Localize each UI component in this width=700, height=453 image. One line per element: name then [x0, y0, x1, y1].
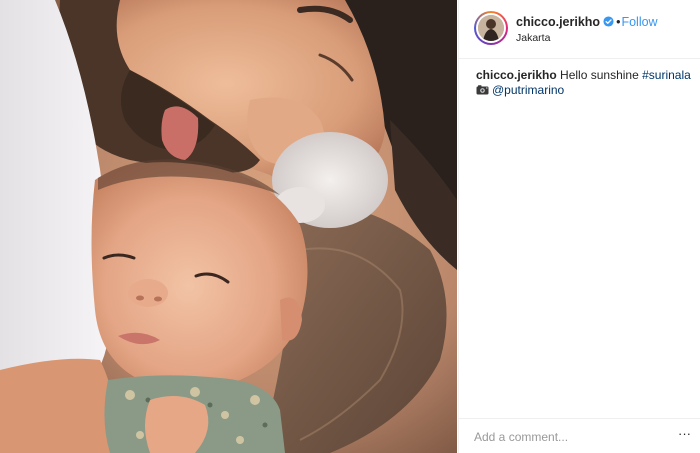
- separator-dot: •: [616, 15, 621, 29]
- caption-username-link[interactable]: chicco.jerikho: [476, 68, 557, 82]
- post-photo[interactable]: [0, 0, 457, 453]
- hashtag-link[interactable]: #surinala: [642, 68, 691, 82]
- post-header: chicco.jerikho •Follow Jakarta: [459, 0, 700, 59]
- caption-text: Hello sunshine: [560, 68, 639, 82]
- mention-link[interactable]: @putrimarino: [492, 83, 564, 97]
- avatar-image: [478, 15, 504, 41]
- comment-input[interactable]: [474, 428, 664, 446]
- caption: chicco.jerikho Hello sunshine #surinala …: [476, 68, 691, 98]
- username-link[interactable]: chicco.jerikho: [516, 15, 600, 29]
- verified-badge-icon: [603, 16, 614, 27]
- photo-father-and-newborn: [0, 0, 457, 453]
- more-options-icon[interactable]: ···: [678, 427, 694, 443]
- comment-bar: ···: [459, 418, 700, 453]
- instagram-post: chicco.jerikho •Follow Jakarta chicco.jer…: [0, 0, 700, 453]
- location-link[interactable]: Jakarta: [516, 32, 550, 44]
- post-sidebar: chicco.jerikho •Follow Jakarta chicco.jer…: [458, 0, 700, 453]
- avatar[interactable]: [474, 11, 508, 45]
- camera-icon: [476, 85, 489, 95]
- header-line: chicco.jerikho •Follow: [516, 15, 658, 30]
- follow-button[interactable]: Follow: [621, 15, 657, 29]
